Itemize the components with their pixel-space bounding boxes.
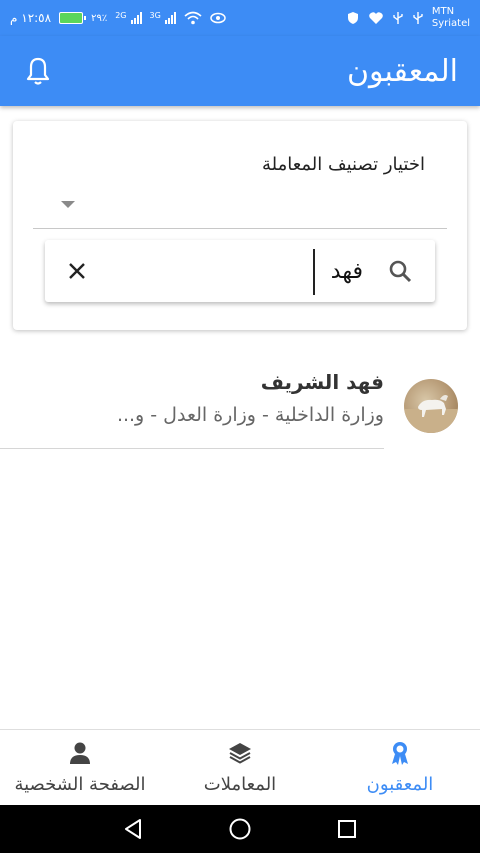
category-dropdown[interactable] (33, 191, 447, 229)
search-input[interactable] (243, 254, 363, 288)
status-left: ١٢:٥٨ م ٢٩٪ 2G 3G (10, 11, 226, 25)
nav-item-transactions[interactable]: المعاملات (160, 730, 320, 805)
back-icon[interactable] (120, 816, 146, 842)
network-tag-2g: 2G (115, 11, 127, 20)
status-right: MTN Syriatel (346, 6, 470, 30)
person-icon (70, 742, 90, 764)
page-title: المعقبون (346, 53, 458, 89)
chevron-down-icon (61, 201, 75, 208)
eye-icon (210, 12, 226, 24)
award-icon (392, 742, 408, 765)
bell-icon[interactable] (22, 55, 54, 87)
signal-icon-2 (164, 12, 176, 24)
status-bar: ١٢:٥٨ م ٢٩٪ 2G 3G MTN Syriatel (0, 0, 480, 36)
bottom-nav: الصفحة الشخصية المعاملات المعقبون (0, 729, 480, 805)
recents-icon[interactable] (334, 816, 360, 842)
avatar (404, 379, 458, 433)
nav-label-profile: الصفحة الشخصية (14, 774, 146, 795)
carrier-2: Syriatel (431, 18, 470, 29)
usb-icon-2 (413, 12, 423, 24)
carrier-names: MTN Syriatel (432, 6, 470, 30)
filter-card: اختيار تصنيف المعاملة (13, 121, 467, 330)
shield-icon (347, 12, 358, 24)
result-name: فهد الشريف (260, 370, 384, 394)
status-time: ١٢:٥٨ م (10, 11, 52, 25)
usb-icon (393, 12, 403, 24)
system-nav-bar (0, 805, 480, 853)
search-icon[interactable] (387, 258, 413, 284)
list-item[interactable]: فهد الشريف وزارة الداخلية - وزارة العدل … (0, 355, 480, 450)
nav-label-agents: المعقبون (366, 774, 434, 795)
layers-icon (229, 743, 251, 764)
nav-label-transactions: المعاملات (203, 774, 277, 795)
carrier-1: MTN (431, 6, 455, 17)
divider (0, 448, 384, 449)
app-bar: المعقبون (0, 36, 480, 106)
network-tag-3g: 3G (149, 11, 161, 20)
nav-item-profile[interactable]: الصفحة الشخصية (0, 730, 160, 805)
close-icon[interactable] (65, 259, 89, 283)
wifi-icon (184, 11, 202, 25)
signal-icon (130, 12, 142, 24)
category-label: اختيار تصنيف المعاملة (261, 154, 425, 175)
result-subtitle: وزارة الداخلية - وزارة العدل - و... (116, 404, 384, 426)
home-icon[interactable] (227, 816, 253, 842)
nav-item-agents[interactable]: المعقبون (320, 730, 480, 805)
battery-icon (59, 12, 87, 24)
search-box (45, 240, 435, 302)
battery-percent: ٢٩٪ (91, 12, 108, 24)
avatar-image-icon (404, 395, 458, 433)
heart-pulse-icon (369, 12, 383, 24)
